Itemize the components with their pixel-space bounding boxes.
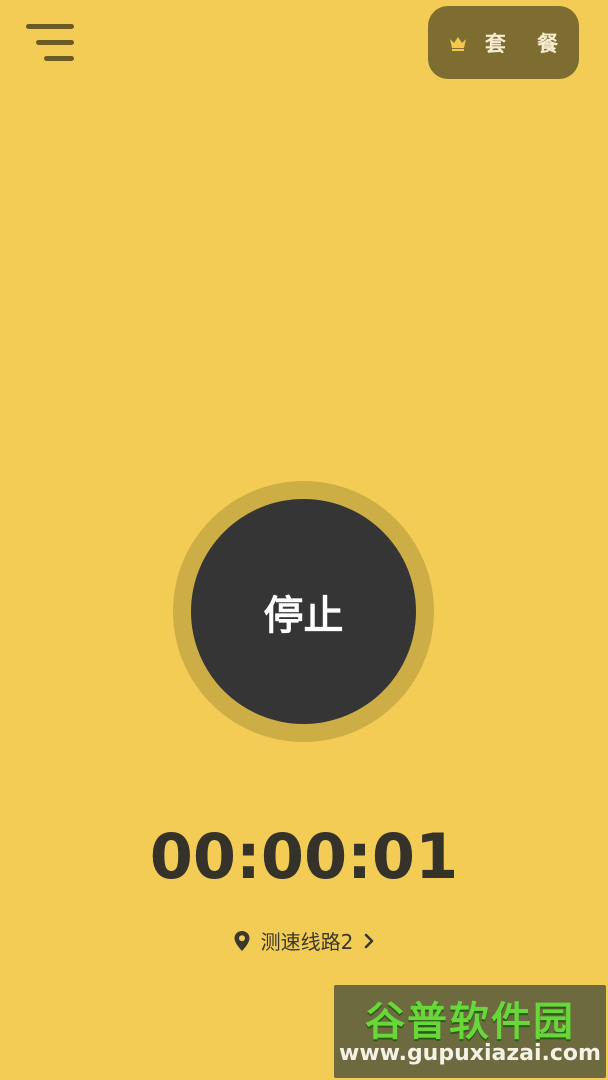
watermark-url: www.gupuxiazai.com xyxy=(339,1041,601,1066)
crown-icon xyxy=(449,35,467,51)
hamburger-menu-icon xyxy=(26,24,74,29)
stop-button-label: 停止 xyxy=(263,592,344,639)
elapsed-timer: 00:00:01 xyxy=(149,820,459,893)
chevron-right-icon xyxy=(363,933,375,949)
hamburger-line xyxy=(36,40,74,45)
app-screen: 套 餐 停止 00:00:01 测速线路2 谷普软件园 www.gupuxiaz… xyxy=(0,0,608,1080)
stop-button[interactable]: 停止 xyxy=(191,499,416,724)
route-selector[interactable]: 测速线路2 xyxy=(0,926,608,955)
plan-button-label: 套 餐 xyxy=(484,31,571,56)
plan-button[interactable]: 套 餐 xyxy=(428,6,579,79)
location-pin-icon xyxy=(233,930,251,952)
hamburger-line xyxy=(44,56,74,61)
menu-button[interactable] xyxy=(26,24,78,64)
watermark-title: 谷普软件园 xyxy=(365,999,575,1045)
watermark-logo: 谷普软件园 www.gupuxiazai.com xyxy=(334,985,606,1078)
route-label: 测速线路2 xyxy=(260,930,354,954)
